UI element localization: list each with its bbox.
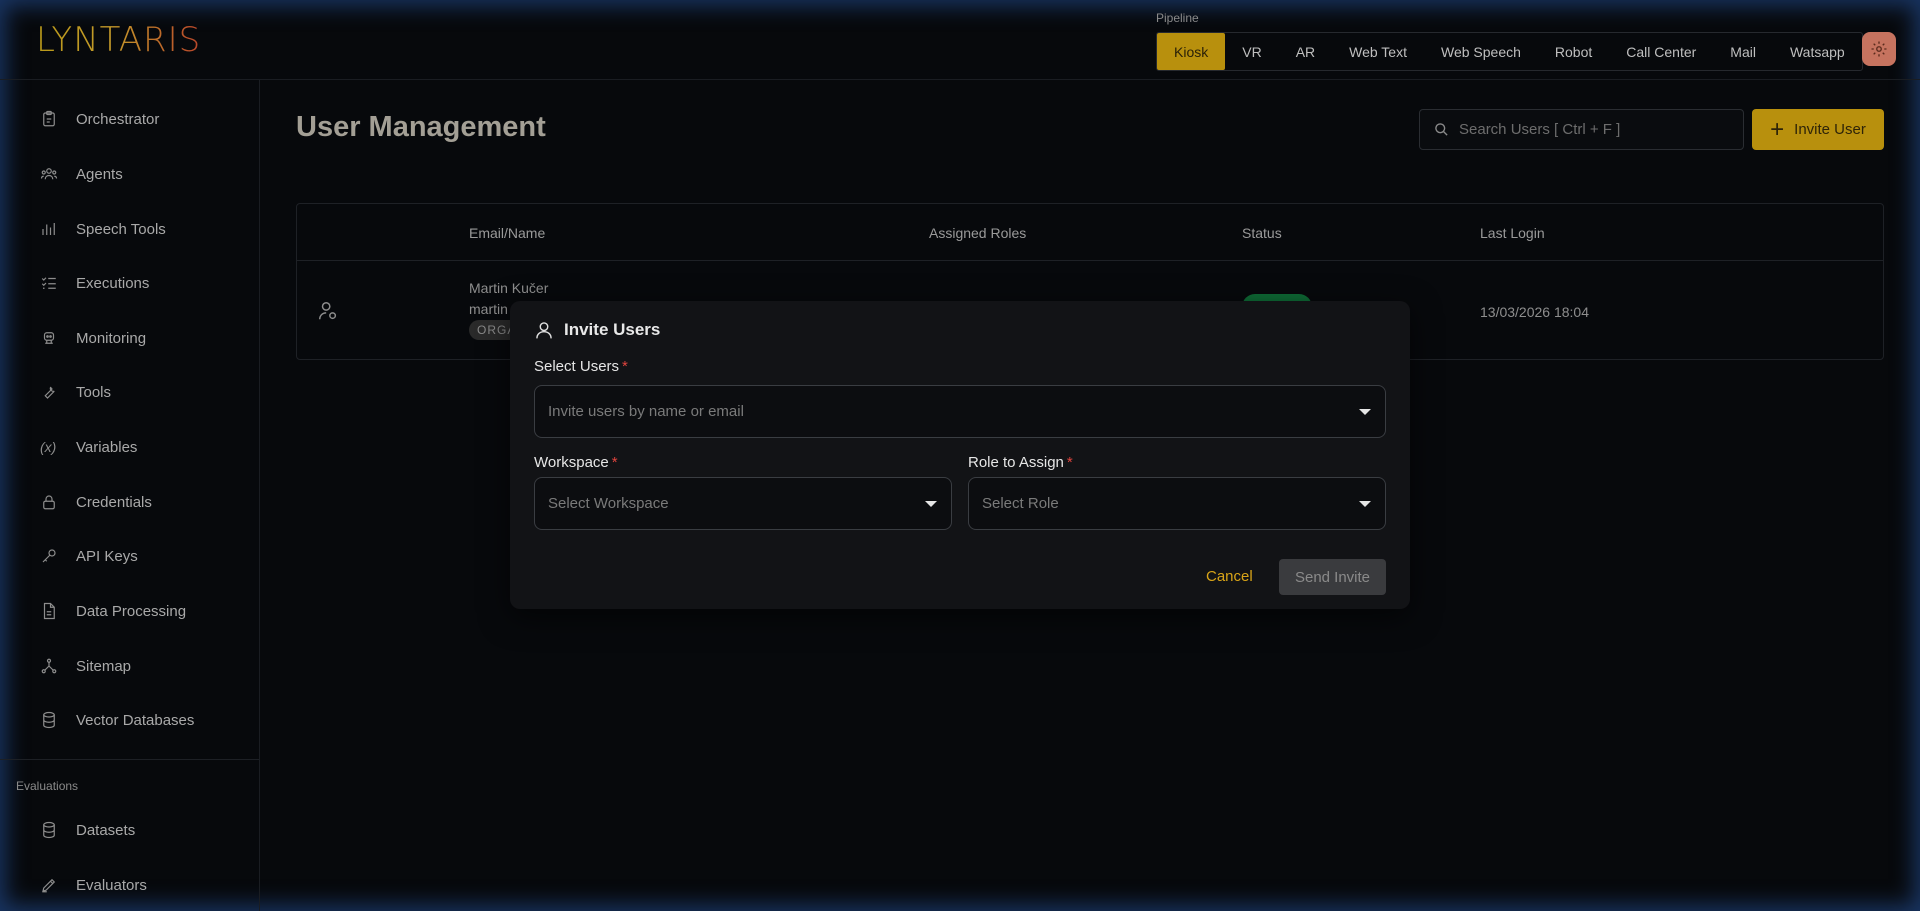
- pipeline-label: Pipeline: [1156, 11, 1199, 25]
- sidebar-item-label: Variables: [76, 438, 138, 456]
- tab-call-center[interactable]: Call Center: [1609, 33, 1713, 70]
- key-icon: [42, 549, 56, 563]
- sidebar-item-monitoring[interactable]: Monitoring: [40, 324, 146, 352]
- network-icon: [41, 658, 57, 674]
- last-login: 13/03/2026 18:04: [1480, 304, 1589, 320]
- checklist-icon: [41, 277, 56, 289]
- robot-icon: [43, 332, 55, 344]
- user-email: martin: [469, 301, 508, 317]
- cancel-button[interactable]: Cancel: [1206, 568, 1253, 585]
- users-icon: [40, 168, 58, 180]
- search-icon: [1435, 123, 1448, 136]
- settings-button[interactable]: [1862, 32, 1896, 66]
- header-divider: [297, 260, 1883, 261]
- sidebar-item-sitemap[interactable]: Sitemap: [40, 652, 131, 680]
- chevron-down-icon: [1359, 409, 1371, 415]
- page-title: User Management: [296, 111, 546, 143]
- tab-watsapp[interactable]: Watsapp: [1773, 33, 1862, 70]
- modal-title: Invite Users: [534, 319, 660, 341]
- brand-logo[interactable]: LYNTARIS: [36, 20, 201, 60]
- chevron-down-icon: [925, 501, 937, 507]
- lock-icon: [43, 495, 55, 510]
- sidebar-item-label: Evaluators: [76, 876, 147, 894]
- sidebar-item-evaluators[interactable]: Evaluators: [40, 871, 147, 899]
- sidebar-item-label: Executions: [76, 274, 150, 292]
- sidebar-item-label: Tools: [76, 383, 112, 401]
- tab-ar[interactable]: AR: [1279, 33, 1332, 70]
- sidebar-item-label: Datasets: [76, 821, 136, 839]
- tab-vr[interactable]: VR: [1225, 33, 1278, 70]
- tab-web-text[interactable]: Web Text: [1332, 33, 1424, 70]
- sidebar-item-tools[interactable]: Tools: [40, 378, 111, 406]
- sidebar-item-variables[interactable]: (x) Variables: [40, 433, 137, 461]
- file-icon: [43, 602, 55, 620]
- search-box[interactable]: [1419, 109, 1744, 150]
- variable-icon: (x): [40, 439, 57, 455]
- clipboard-icon: [43, 110, 55, 127]
- role-placeholder: Select Role: [982, 495, 1059, 512]
- workspace-dropdown[interactable]: Select Workspace: [534, 477, 952, 530]
- gear-icon: [1871, 41, 1887, 57]
- sidebar-item-label: Data Processing: [76, 602, 187, 620]
- sidebar-item-api-keys[interactable]: API Keys: [40, 542, 138, 570]
- tab-web-speech[interactable]: Web Speech: [1424, 33, 1538, 70]
- column-header-status[interactable]: Status: [1242, 225, 1282, 241]
- sidebar-item-label: Sitemap: [76, 657, 132, 675]
- invite-user-label: Invite User: [1794, 121, 1866, 138]
- sidebar-item-label: Monitoring: [76, 329, 147, 347]
- sidebar-item-agents[interactable]: Agents: [40, 160, 123, 188]
- database-icon: [43, 821, 55, 839]
- select-users-placeholder: Invite users by name or email: [548, 403, 744, 420]
- sidebar-item-orchestrator[interactable]: Orchestrator: [40, 105, 159, 133]
- sidebar-item-label: API Keys: [76, 547, 138, 565]
- invite-user-button[interactable]: + Invite User: [1752, 109, 1884, 150]
- workspace-label: Workspace *: [534, 454, 618, 471]
- required-mark: *: [611, 454, 618, 471]
- user-icon: [536, 322, 552, 339]
- sidebar-item-datasets[interactable]: Datasets: [40, 816, 135, 844]
- sidebar-item-label: Agents: [76, 165, 123, 183]
- sidebar-section-label: Evaluations: [16, 779, 79, 793]
- user-name: Martin Kučer: [469, 280, 549, 296]
- app-window: LYNTARIS Pipeline Kiosk VR AR Web Text W…: [0, 0, 1920, 911]
- wrench-icon: [44, 386, 55, 399]
- sidebar: Orchestrator Agents Speech Tools Executi…: [0, 80, 260, 911]
- sidebar-item-data-processing[interactable]: Data Processing: [40, 597, 186, 625]
- select-users-label: Select Users *: [534, 358, 628, 375]
- user-settings-icon[interactable]: [317, 299, 339, 323]
- send-invite-button[interactable]: Send Invite: [1279, 559, 1386, 595]
- plus-icon: +: [1770, 115, 1785, 143]
- pen-icon: [42, 878, 56, 893]
- pipeline-tabs: Kiosk VR AR Web Text Web Speech Robot Ca…: [1156, 32, 1863, 71]
- tab-robot[interactable]: Robot: [1538, 33, 1609, 70]
- sidebar-item-vector-databases[interactable]: Vector Databases: [40, 706, 194, 734]
- role-dropdown[interactable]: Select Role: [968, 477, 1386, 530]
- sidebar-divider: [0, 759, 259, 760]
- top-bar: LYNTARIS Pipeline Kiosk VR AR Web Text W…: [0, 0, 1920, 80]
- chevron-down-icon: [1359, 501, 1371, 507]
- modal-title-text: Invite Users: [564, 320, 661, 339]
- workspace-placeholder: Select Workspace: [548, 495, 669, 512]
- invite-users-modal: Invite Users Select Users * Invite users …: [510, 301, 1410, 609]
- database-icon: [43, 711, 55, 729]
- bar-chart-icon: [42, 223, 55, 235]
- select-users-dropdown[interactable]: Invite users by name or email: [534, 385, 1386, 438]
- sidebar-item-executions[interactable]: Executions: [40, 269, 149, 297]
- sidebar-item-credentials[interactable]: Credentials: [40, 488, 152, 516]
- search-input[interactable]: [1459, 121, 1719, 138]
- column-header-roles[interactable]: Assigned Roles: [929, 225, 1026, 241]
- sidebar-item-label: Orchestrator: [76, 110, 160, 128]
- tab-kiosk[interactable]: Kiosk: [1157, 33, 1226, 70]
- sidebar-item-label: Speech Tools: [76, 220, 166, 238]
- sidebar-item-label: Credentials: [76, 493, 152, 511]
- role-label: Role to Assign *: [968, 454, 1073, 471]
- required-mark: *: [622, 358, 628, 375]
- tab-mail[interactable]: Mail: [1713, 33, 1773, 70]
- column-header-email[interactable]: Email/Name: [469, 225, 545, 241]
- column-header-last-login[interactable]: Last Login: [1480, 225, 1545, 241]
- sidebar-item-label: Vector Databases: [76, 711, 195, 729]
- required-mark: *: [1066, 454, 1073, 471]
- sidebar-item-speech-tools[interactable]: Speech Tools: [40, 215, 166, 243]
